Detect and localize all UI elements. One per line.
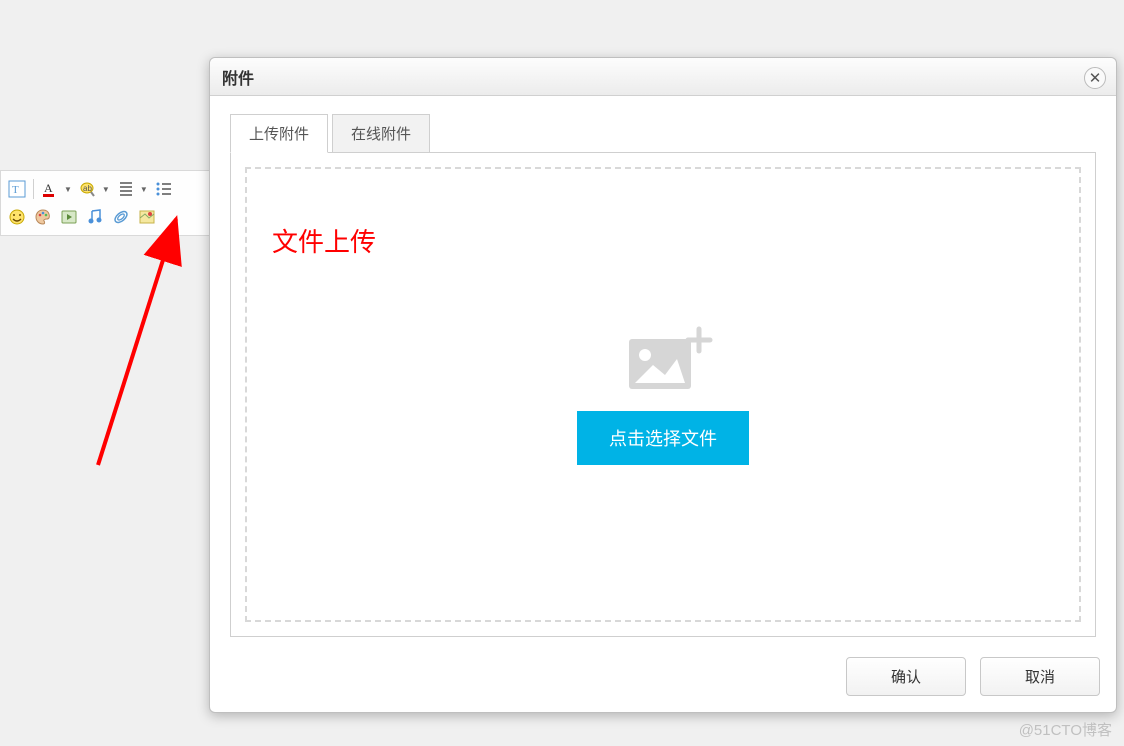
confirm-button[interactable]: 确认 [846, 657, 966, 696]
upload-image-icon [623, 325, 703, 387]
tab-label: 在线附件 [351, 126, 411, 143]
dropdown-caret[interactable]: ▼ [102, 185, 110, 194]
autotype-icon[interactable]: T [7, 179, 27, 199]
tab-online-attachment[interactable]: 在线附件 [332, 114, 430, 153]
confirm-label: 确认 [891, 669, 921, 686]
attachment-dialog: 附件 ✕ 上传附件 在线附件 [209, 57, 1117, 713]
paint-icon[interactable] [33, 207, 53, 227]
annotation-arrow [88, 205, 208, 485]
editor-toolbar: T A ▼ ab ▼ ▼ [0, 170, 220, 236]
cancel-label: 取消 [1025, 669, 1055, 686]
line-spacing-icon[interactable] [116, 179, 136, 199]
svg-text:A: A [44, 181, 53, 195]
attachment-icon[interactable] [111, 207, 131, 227]
cancel-button[interactable]: 取消 [980, 657, 1100, 696]
tab-upload-attachment[interactable]: 上传附件 [230, 114, 328, 153]
dialog-footer: 确认 取消 [210, 647, 1116, 712]
font-color-icon[interactable]: A [40, 179, 60, 199]
watermark: @51CTO博客 [1019, 719, 1112, 740]
dialog-header: 附件 ✕ [210, 58, 1116, 96]
video-icon[interactable] [59, 207, 79, 227]
highlight-icon[interactable]: ab [78, 179, 98, 199]
map-icon[interactable] [137, 207, 157, 227]
dialog-title: 附件 [222, 65, 254, 89]
svg-text:T: T [12, 184, 19, 196]
svg-text:ab: ab [83, 184, 92, 193]
annotation-label: 文件上传 [272, 222, 376, 259]
music-icon[interactable] [85, 207, 105, 227]
close-button[interactable]: ✕ [1084, 67, 1106, 89]
dialog-body: 上传附件 在线附件 [210, 96, 1116, 647]
dialog-tabs: 上传附件 在线附件 [230, 114, 1096, 153]
tab-label: 上传附件 [249, 126, 309, 143]
bullet-list-icon[interactable] [154, 179, 174, 199]
select-file-button[interactable]: 点击选择文件 [577, 411, 749, 465]
select-file-label: 点击选择文件 [609, 429, 717, 449]
dropdown-caret[interactable]: ▼ [64, 185, 72, 194]
emoji-icon[interactable] [7, 207, 27, 227]
dropdown-caret[interactable]: ▼ [140, 185, 148, 194]
close-icon: ✕ [1089, 71, 1102, 86]
separator [33, 179, 34, 199]
